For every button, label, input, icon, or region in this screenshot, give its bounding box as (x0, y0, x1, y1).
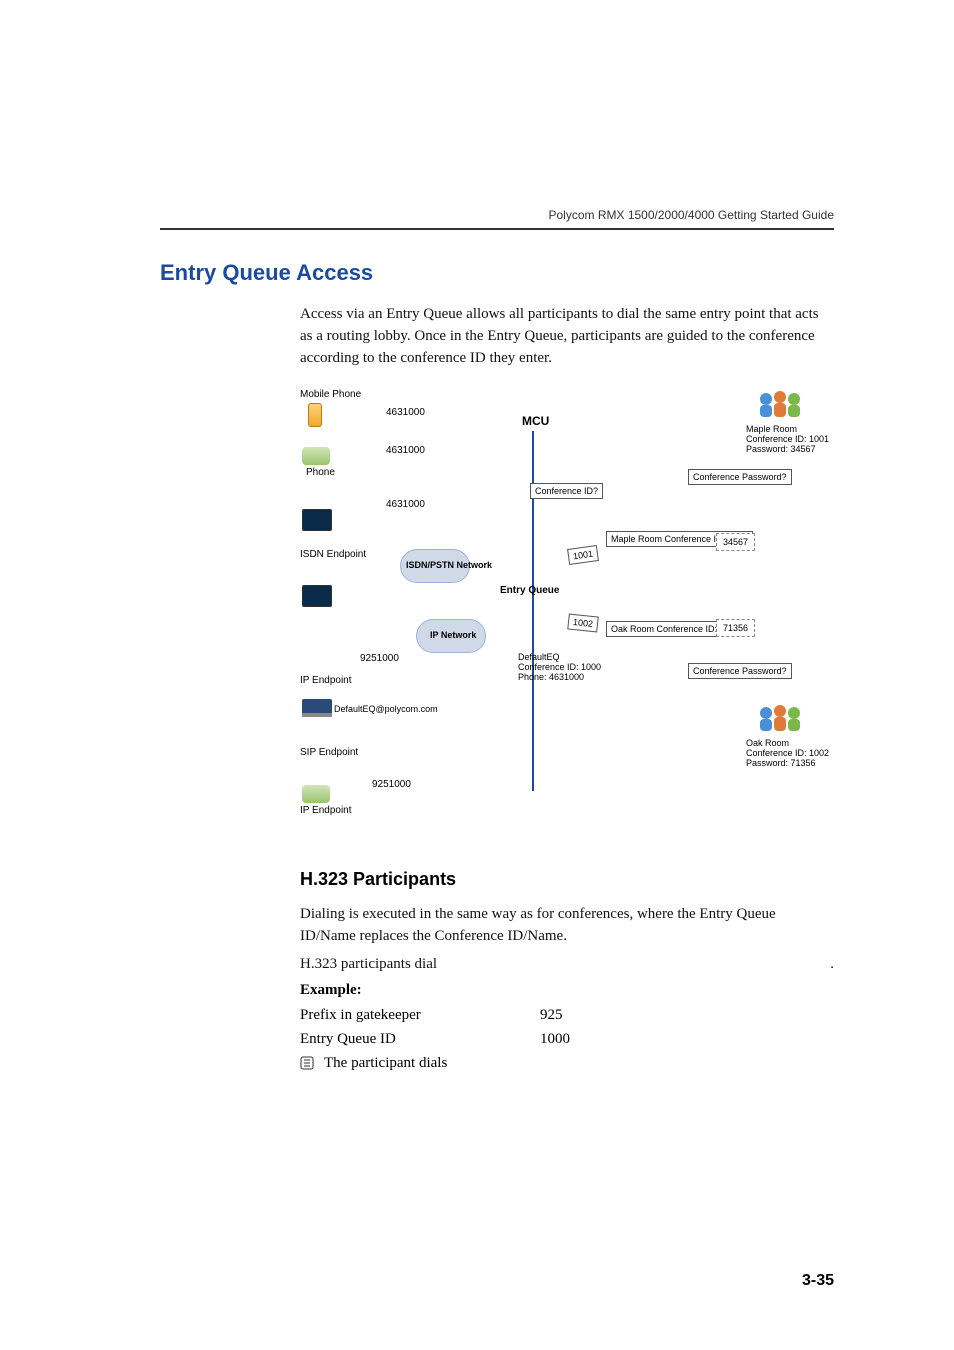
dial-ip2: 9251000 (372, 779, 411, 790)
entry-queue-text: Entry Queue (500, 585, 559, 596)
page-number: 3-35 (802, 1272, 834, 1290)
defaulteq-block: DefaultEQ Conference ID: 1000 Phone: 463… (518, 653, 601, 683)
defaulteq-line3: Phone: 4631000 (518, 672, 584, 682)
h323-dial-line: H.323 participants dial . (300, 954, 834, 976)
oak-room-info: Oak Room Conference ID: 1002 Password: 7… (746, 739, 829, 769)
label-ip-network: IP Network (430, 631, 476, 641)
ip-phone-icon (302, 785, 330, 803)
defaulteq-line2: Conference ID: 1000 (518, 662, 601, 672)
tag-1002: 1002 (567, 614, 599, 633)
maple-room-info: Maple Room Conference ID: 1001 Password:… (746, 425, 829, 455)
row-eq-id: Entry Queue ID 1000 (300, 1027, 834, 1051)
intro-paragraph: Access via an Entry Queue allows all par… (300, 304, 834, 369)
dial-mobile: 4631000 (386, 407, 425, 418)
tag-1001: 1001 (567, 545, 599, 565)
prompt-conf-id: Conference ID? (530, 483, 603, 499)
rmx-bullet-icon (300, 1056, 314, 1070)
val-prefix: 925 (540, 1003, 563, 1027)
label-entry-queue: Entry Queue (500, 585, 559, 596)
input-71356: 71356 (716, 619, 755, 637)
input-34567: 34567 (716, 533, 755, 551)
section-title-entry-queue-access: Entry Queue Access (160, 260, 834, 286)
prompt-conf-pw-2: Conference Password? (688, 663, 792, 679)
dial-sip-uri: DefaultEQ@polycom.com (334, 705, 438, 715)
key-prefix: Prefix in gatekeeper (300, 1003, 540, 1027)
laptop-icon (302, 699, 332, 717)
running-header: Polycom RMX 1500/2000/4000 Getting Start… (548, 208, 834, 222)
h323-dial-text: H.323 participants dial (300, 956, 437, 972)
dial-phone: 4631000 (386, 445, 425, 456)
bullet-text: The participant dials (324, 1051, 447, 1075)
people-oak-icon (756, 703, 802, 733)
oak-line3: Password: 71356 (746, 758, 816, 768)
label-mobile-phone: Mobile Phone (300, 389, 361, 400)
oak-line1: Oak Room (746, 738, 789, 748)
entry-queue-diagram: Mobile Phone Phone ISDN Endpoint IP Endp… (300, 389, 840, 829)
header-rule (160, 228, 834, 230)
label-ip-endpoint: IP Endpoint (300, 675, 352, 686)
subsection-title-h323: H.323 Participants (300, 869, 834, 890)
phone-icon (302, 447, 330, 465)
label-ip-endpoint-2: IP Endpoint (300, 805, 352, 816)
oak-line2: Conference ID: 1002 (746, 748, 829, 758)
maple-line3: Password: 34567 (746, 444, 816, 454)
defaulteq-line1: DefaultEQ (518, 652, 560, 662)
label-mcu: MCU (522, 415, 549, 428)
prompt-conf-pw-1: Conference Password? (688, 469, 792, 485)
maple-line2: Conference ID: 1001 (746, 434, 829, 444)
label-sip-endpoint: SIP Endpoint (300, 747, 358, 758)
dial-ip: 9251000 (360, 653, 399, 664)
key-eq-id: Entry Queue ID (300, 1027, 540, 1051)
ip-monitor-icon (302, 585, 332, 607)
label-phone: Phone (306, 467, 335, 478)
label-isdn-network: ISDN/PSTN Network (406, 561, 492, 571)
dial-isdn: 4631000 (386, 499, 425, 510)
example-label: Example: (300, 982, 834, 999)
isdn-monitor-icon (302, 509, 332, 531)
maple-line1: Maple Room (746, 424, 797, 434)
h323-paragraph: Dialing is executed in the same way as f… (300, 904, 834, 948)
bullet-participant-dials: The participant dials (300, 1051, 834, 1075)
mobile-phone-icon (308, 403, 322, 427)
people-maple-icon (756, 389, 802, 419)
val-eq-id: 1000 (540, 1027, 570, 1051)
row-prefix: Prefix in gatekeeper 925 (300, 1003, 834, 1027)
label-isdn-endpoint: ISDN Endpoint (300, 549, 366, 560)
